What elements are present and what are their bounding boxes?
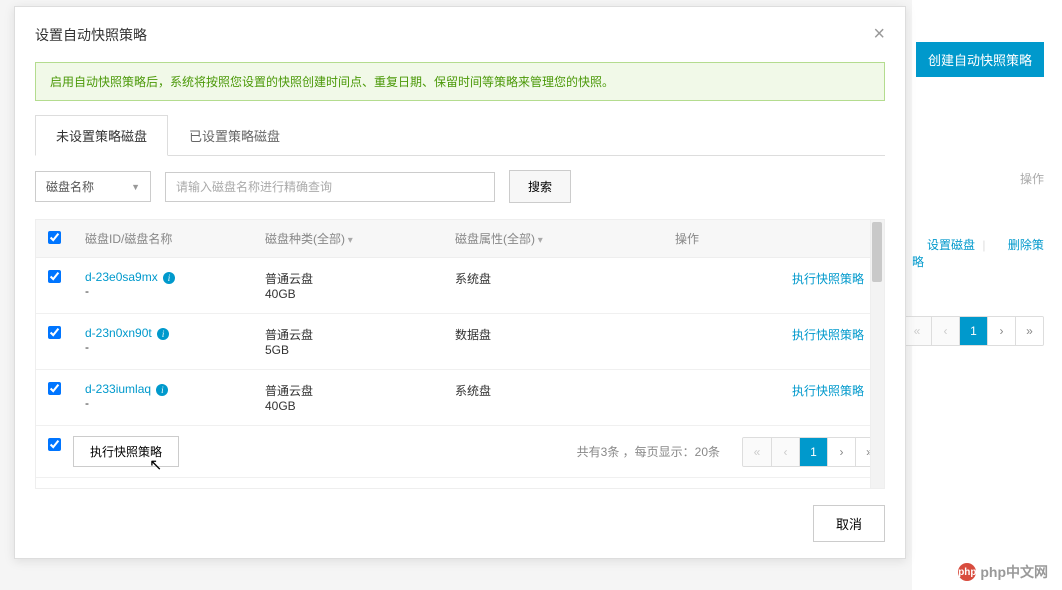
- info-icon[interactable]: i: [156, 384, 168, 396]
- close-icon[interactable]: ×: [873, 23, 885, 46]
- modal-header: 设置自动快照策略 ×: [15, 7, 905, 62]
- table-row: d-23n0xn90t i - 普通云盘 5GB 数据盘 执行快照策略: [36, 314, 884, 370]
- search-field-select[interactable]: 磁盘名称 ▼: [35, 171, 151, 202]
- create-snapshot-policy-button[interactable]: 创建自动快照策略: [916, 42, 1044, 77]
- tabs: 未设置策略磁盘 已设置策略磁盘: [35, 115, 885, 156]
- page-first[interactable]: «: [743, 438, 771, 466]
- bg-paginator: « ‹ 1 › »: [902, 316, 1044, 346]
- disk-attr: 系统盘: [443, 370, 663, 426]
- bg-page-first[interactable]: «: [903, 317, 931, 345]
- th-disk-attr[interactable]: 磁盘属性(全部): [443, 220, 663, 258]
- disk-attr: 数据盘: [443, 314, 663, 370]
- row-checkbox[interactable]: [48, 326, 61, 339]
- cancel-button[interactable]: 取消: [813, 505, 885, 542]
- tab-unassigned[interactable]: 未设置策略磁盘: [35, 115, 168, 156]
- disk-name: -: [85, 396, 89, 410]
- page-prev[interactable]: ‹: [771, 438, 799, 466]
- batch-execute-button[interactable]: 执行快照策略: [73, 436, 179, 467]
- page-next[interactable]: ›: [827, 438, 855, 466]
- table-row: d-233iumlaq i - 普通云盘 40GB 系统盘 执行快照策略: [36, 370, 884, 426]
- snapshot-policy-modal: 设置自动快照策略 × 启用自动快照策略后，系统将按照您设置的快照创建时间点、重复…: [14, 6, 906, 559]
- pagination-info: 共有3条 ，每页显示：20条: [577, 443, 720, 460]
- table-row: d-23e0sa9mx i - 普通云盘 40GB 系统盘 执行快照策略: [36, 258, 884, 314]
- disk-name: -: [85, 284, 89, 298]
- th-operation: 操作: [663, 220, 884, 258]
- disk-kind: 普通云盘: [265, 384, 313, 398]
- disk-id-link[interactable]: d-23n0xn90t: [85, 326, 152, 340]
- modal-footer: 取消: [15, 489, 905, 558]
- tab-assigned[interactable]: 已设置策略磁盘: [168, 115, 301, 156]
- search-input[interactable]: [165, 172, 495, 202]
- execute-policy-link[interactable]: 执行快照策略: [792, 272, 864, 286]
- execute-policy-link[interactable]: 执行快照策略: [792, 328, 864, 342]
- bg-page-prev[interactable]: ‹: [931, 317, 959, 345]
- search-button[interactable]: 搜索: [509, 170, 571, 203]
- execute-policy-link[interactable]: 执行快照策略: [792, 384, 864, 398]
- chevron-down-icon: ▼: [131, 182, 140, 192]
- info-icon[interactable]: i: [157, 328, 169, 340]
- info-icon[interactable]: i: [163, 272, 175, 284]
- disk-table: 磁盘ID/磁盘名称 磁盘种类(全部) 磁盘属性(全部) 操作 d-23e0sa9…: [36, 220, 884, 478]
- php-logo-icon: php: [958, 563, 976, 581]
- disk-size: 40GB: [265, 399, 296, 413]
- bg-page-1[interactable]: 1: [959, 317, 987, 345]
- disk-size: 40GB: [265, 287, 296, 301]
- bg-action-links: 设置磁盘 | 删除策略: [912, 236, 1044, 270]
- bg-page-last[interactable]: »: [1015, 317, 1043, 345]
- row-checkbox[interactable]: [48, 270, 61, 283]
- table-scroll-container: 磁盘ID/磁盘名称 磁盘种类(全部) 磁盘属性(全部) 操作 d-23e0sa9…: [35, 219, 885, 489]
- vertical-scrollbar[interactable]: [870, 220, 884, 488]
- disk-size: 5GB: [265, 343, 289, 357]
- table-footer-row: 执行快照策略 ↖ 共有3条 ，每页显示：20条 « ‹ 1 ›: [36, 426, 884, 478]
- th-disk-type[interactable]: 磁盘种类(全部): [253, 220, 443, 258]
- search-field-label: 磁盘名称: [46, 178, 94, 195]
- bg-page-next[interactable]: ›: [987, 317, 1015, 345]
- scrollbar-thumb[interactable]: [872, 222, 882, 282]
- bg-op-header: 操作: [1020, 170, 1044, 187]
- watermark-text: php中文网: [980, 562, 1048, 582]
- watermark: php php中文网: [958, 562, 1048, 582]
- info-banner: 启用自动快照策略后，系统将按照您设置的快照创建时间点、重复日期、保留时间等策略来…: [35, 62, 885, 101]
- row-checkbox[interactable]: [48, 382, 61, 395]
- footer-select-all[interactable]: [48, 438, 61, 451]
- disk-id-link[interactable]: d-233iumlaq: [85, 382, 151, 396]
- background-panel: 创建自动快照策略 操作 设置磁盘 | 删除策略 « ‹ 1 › »: [912, 0, 1062, 590]
- search-row: 磁盘名称 ▼ 搜索: [35, 170, 885, 203]
- link-set-disk[interactable]: 设置磁盘: [927, 238, 975, 252]
- disk-kind: 普通云盘: [265, 328, 313, 342]
- select-all-checkbox[interactable]: [48, 231, 61, 244]
- disk-attr: 系统盘: [443, 258, 663, 314]
- disk-id-link[interactable]: d-23e0sa9mx: [85, 270, 158, 284]
- disk-name: -: [85, 340, 89, 354]
- disk-kind: 普通云盘: [265, 272, 313, 286]
- th-disk-id: 磁盘ID/磁盘名称: [73, 220, 253, 258]
- modal-title: 设置自动快照策略: [35, 25, 147, 45]
- page-1[interactable]: 1: [799, 438, 827, 466]
